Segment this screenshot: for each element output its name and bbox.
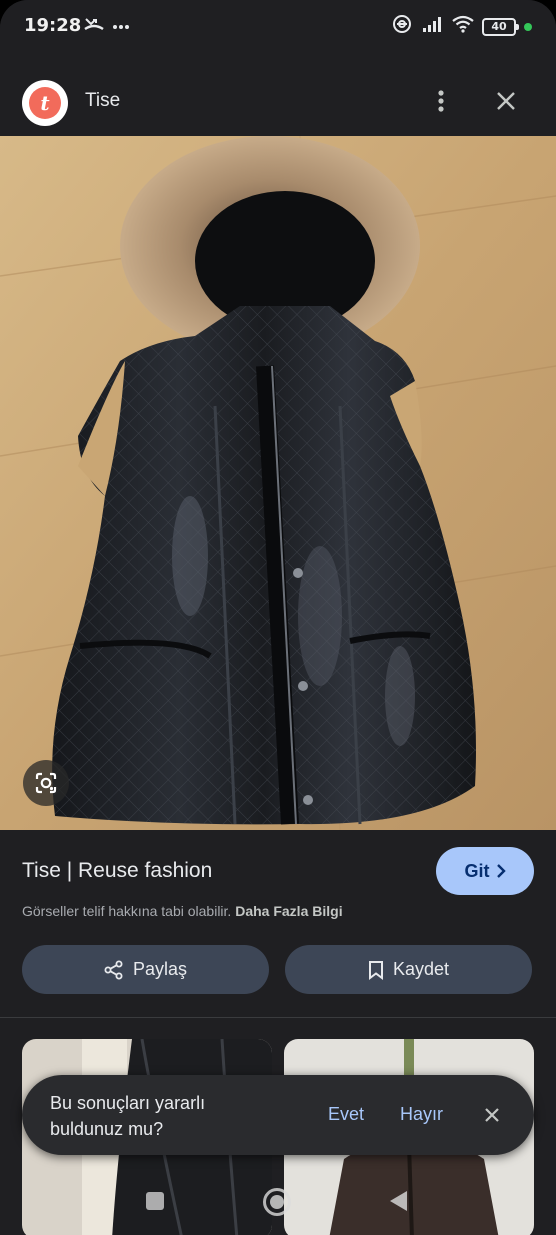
section-divider (0, 1017, 556, 1018)
home-button[interactable] (263, 1188, 291, 1216)
status-right-icons: 40 (390, 14, 532, 39)
feedback-question: Bu sonuçları yararlı buldunuz mu? (50, 1093, 206, 1139)
screen: 19:28 40 t Tise Tise | Reuse fashion Git… (0, 0, 556, 1235)
share-label: Paylaş (132, 959, 188, 979)
visit-label: Git (464, 860, 490, 881)
feedback-yes-button[interactable]: Evet (328, 1104, 364, 1125)
status-bar: 19:28 40 (0, 0, 556, 52)
bookmark-icon (368, 960, 383, 980)
result-title[interactable]: Tise | Reuse fashion (22, 859, 212, 883)
missed-call-icon (84, 15, 104, 36)
feedback-no-button[interactable]: Hayır (400, 1104, 443, 1125)
close-icon (497, 92, 515, 110)
status-left-icons (84, 15, 130, 36)
wifi-icon (452, 15, 474, 38)
battery-icon: 40 (482, 17, 519, 36)
site-logo-letter: t (29, 87, 61, 119)
privacy-indicator-dot (524, 22, 532, 31)
recents-button[interactable] (146, 1192, 164, 1210)
more-vert-icon (438, 90, 444, 112)
signal-icon (422, 15, 444, 38)
google-lens-icon (35, 772, 57, 794)
lens-search-button[interactable] (23, 760, 69, 806)
visit-button[interactable]: Git (436, 847, 534, 895)
status-time: 19:28 (24, 15, 82, 36)
share-icon (104, 960, 123, 979)
more-options-button[interactable] (424, 84, 458, 118)
result-header: t Tise (0, 66, 556, 136)
copyright-notice: Görseller telif hakkına tabi olabilir. D… (22, 903, 343, 919)
more-dots-icon (112, 17, 130, 35)
feedback-snackbar: Bu sonuçları yararlı buldunuz mu? Evet H… (22, 1075, 534, 1155)
vest-photo (0, 136, 556, 830)
system-nav-bar (0, 1180, 556, 1224)
result-image[interactable] (0, 136, 556, 830)
close-icon (485, 1108, 499, 1122)
copyright-text: Görseller telif hakkına tabi olabilir. (22, 903, 232, 919)
link-icon (390, 14, 414, 39)
home-icon (270, 1195, 284, 1209)
save-label: Kaydet (392, 959, 450, 979)
save-button[interactable]: Kaydet (285, 945, 532, 994)
close-button[interactable] (489, 84, 523, 118)
site-logo[interactable]: t (22, 80, 68, 126)
share-button[interactable]: Paylaş (22, 945, 269, 994)
more-info-link[interactable]: Daha Fazla Bilgi (235, 903, 342, 919)
site-name[interactable]: Tise (85, 90, 120, 112)
back-button[interactable] (390, 1191, 407, 1211)
chevron-right-icon (496, 864, 506, 878)
feedback-close-button[interactable] (480, 1103, 504, 1127)
